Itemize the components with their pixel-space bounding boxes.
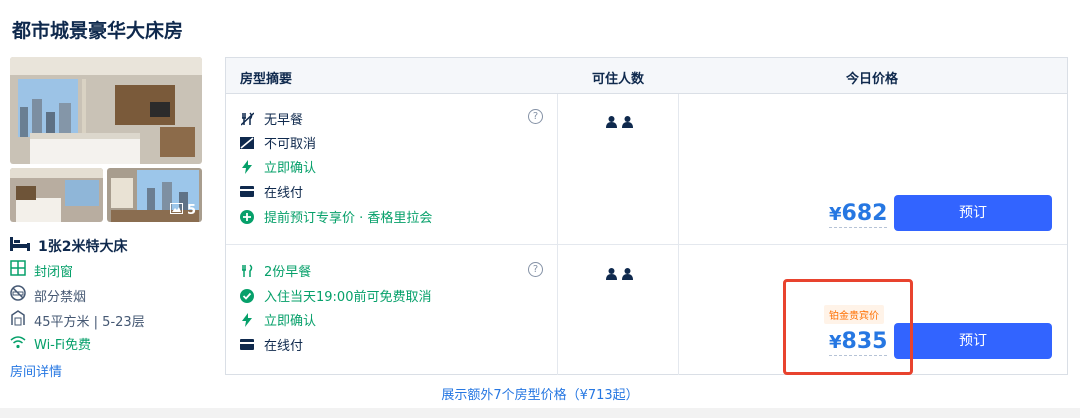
policy-confirm: 立即确认 <box>240 310 316 329</box>
breakfast-icon <box>240 263 254 278</box>
guest-count <box>606 265 633 284</box>
window-icon <box>10 260 26 280</box>
policy-payment: 在线付 <box>240 335 303 354</box>
room-main-photo[interactable] <box>10 57 202 164</box>
rate-table: 房型摘要 可住人数 今日价格 无早餐 不可取消 立即确认 在线付 提前预订专享价… <box>225 57 1068 375</box>
plus-circle-icon <box>240 209 254 224</box>
book-button[interactable]: 预订 <box>894 323 1052 359</box>
card-icon <box>240 338 254 352</box>
book-button[interactable]: 预订 <box>894 195 1052 231</box>
bed-info: 1张2米特大床 <box>10 236 127 256</box>
more-rates-link[interactable]: 展示额外7个房型价格（¥713起） <box>0 384 1080 403</box>
room-title: 都市城景豪华大床房 <box>12 20 184 42</box>
policy-cancel: 不可取消 <box>240 133 316 152</box>
card-icon <box>240 185 254 199</box>
person-icon <box>606 265 617 284</box>
help-icon[interactable]: ? <box>528 109 543 124</box>
room-photo-thumb[interactable]: 5 <box>107 168 202 222</box>
guest-count <box>606 113 633 132</box>
area-icon <box>10 310 26 330</box>
smoking-info: 部分禁烟 <box>10 285 86 305</box>
header-guests: 可住人数 <box>592 72 645 87</box>
wifi-icon <box>10 335 26 353</box>
person-icon <box>622 265 633 284</box>
photo-count: 5 <box>169 203 196 218</box>
wifi-info: Wi-Fi免费 <box>10 334 91 353</box>
price-rate-1[interactable]: ¥682 <box>829 201 888 228</box>
header-price: 今日价格 <box>846 72 899 87</box>
person-icon <box>606 113 617 132</box>
room-photo-thumb[interactable] <box>10 168 103 222</box>
no-breakfast-icon <box>240 111 254 126</box>
no-smoking-icon <box>10 285 26 305</box>
no-cancel-icon <box>240 136 254 150</box>
bottom-divider <box>0 408 1080 418</box>
rate-table-header: 房型摘要 可住人数 今日价格 <box>226 58 1067 94</box>
image-icon <box>169 203 183 218</box>
person-icon <box>622 113 633 132</box>
policy-confirm: 立即确认 <box>240 157 316 176</box>
lightning-icon <box>240 312 254 327</box>
header-summary: 房型摘要 <box>240 72 293 87</box>
policy-payment: 在线付 <box>240 182 303 201</box>
policy-breakfast: 无早餐 <box>240 109 303 128</box>
help-icon[interactable]: ? <box>528 262 543 277</box>
window-info: 封闭窗 <box>10 260 73 280</box>
policy-member-deal: 提前预订专享价 · 香格里拉会 <box>240 207 432 226</box>
lightning-icon <box>240 159 254 174</box>
check-circle-icon <box>240 288 254 303</box>
room-details-link[interactable]: 房间详情 <box>10 361 62 380</box>
policy-breakfast: 2份早餐 <box>240 261 311 280</box>
policy-cancel: 入住当天19:00前可免费取消 <box>240 286 431 305</box>
price-highlight-box <box>783 279 913 375</box>
bed-icon <box>10 237 30 255</box>
area-floor-info: 45平方米 | 5-23层 <box>10 310 145 330</box>
